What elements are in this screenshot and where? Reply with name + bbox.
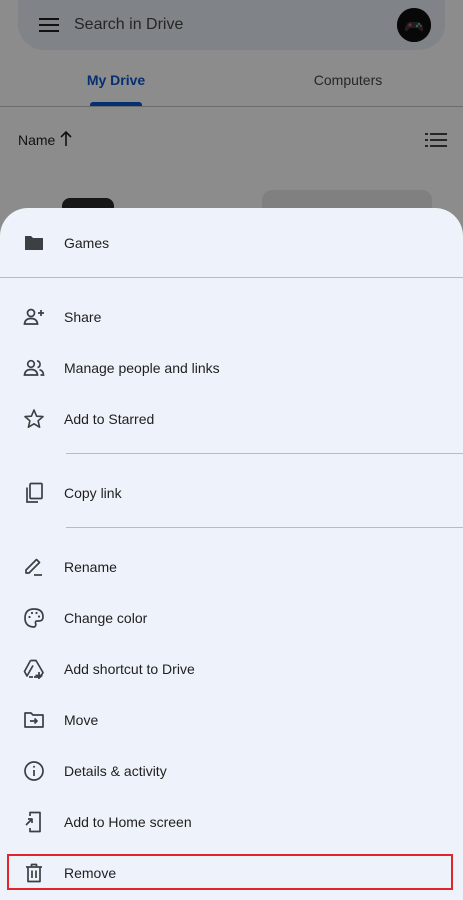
sheet-header: Games <box>0 208 463 278</box>
menu-item-add-to-home[interactable]: Add to Home screen <box>0 797 463 848</box>
menu-item-add-to-starred[interactable]: Add to Starred <box>0 394 463 445</box>
menu-item-label: Copy link <box>64 485 122 501</box>
menu-item-change-color[interactable]: Change color <box>0 593 463 644</box>
menu-item-add-shortcut[interactable]: Add shortcut to Drive <box>0 644 463 695</box>
sheet-header-divider <box>0 277 463 278</box>
menu-divider <box>66 453 463 454</box>
menu-item-label: Rename <box>64 559 117 575</box>
people-icon <box>22 356 46 380</box>
menu-item-manage-people[interactable]: Manage people and links <box>0 343 463 394</box>
copy-icon <box>22 481 46 505</box>
info-icon <box>22 759 46 783</box>
menu-item-label: Share <box>64 309 102 325</box>
menu-item-label: Change color <box>64 610 148 626</box>
menu-item-label: Manage people and links <box>64 360 220 376</box>
palette-icon <box>22 606 46 630</box>
remove-highlight-box <box>7 854 453 890</box>
folder-icon <box>22 231 46 255</box>
move-to-folder-icon <box>22 708 46 732</box>
star-icon <box>22 407 46 431</box>
menu-item-label: Add to Home screen <box>64 814 192 830</box>
sheet-title-row: Games <box>0 218 463 269</box>
add-to-drive-icon <box>22 657 46 681</box>
menu-item-move[interactable]: Move <box>0 695 463 746</box>
menu-item-copy-link[interactable]: Copy link <box>0 468 463 519</box>
sheet-title: Games <box>64 235 110 251</box>
menu-item-label: Add to Starred <box>64 411 155 427</box>
menu-divider <box>66 527 463 528</box>
add-to-home-icon <box>22 810 46 834</box>
menu-item-label: Add shortcut to Drive <box>64 661 195 677</box>
person-add-icon <box>22 305 46 329</box>
menu-item-details[interactable]: Details & activity <box>0 746 463 797</box>
menu-item-share[interactable]: Share <box>0 292 463 343</box>
menu-item-rename[interactable]: Rename <box>0 542 463 593</box>
menu-item-label: Move <box>64 712 99 728</box>
edit-icon <box>22 555 46 579</box>
menu-item-label: Details & activity <box>64 763 167 779</box>
file-actions-sheet: Games Share Manage people and links Add … <box>0 208 463 900</box>
